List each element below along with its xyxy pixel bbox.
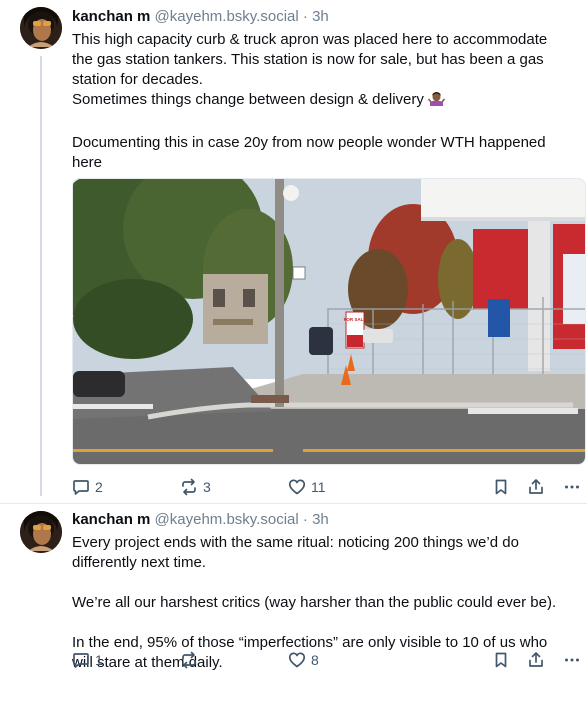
more-icon xyxy=(565,658,579,662)
reply-button[interactable]: 2 xyxy=(72,476,103,498)
post-text-line: Documenting this in case 20y from now pe… xyxy=(72,134,546,151)
bookmark-button[interactable] xyxy=(492,649,510,671)
repost-icon xyxy=(182,478,196,496)
post-item[interactable]: kanchan m @kayehm.bsky.social · 3h Every… xyxy=(0,503,587,706)
post-image[interactable]: FOR SALE xyxy=(72,178,586,465)
post-text-line: here xyxy=(72,154,103,171)
post-time[interactable]: 3h xyxy=(312,511,329,528)
author-handle[interactable]: @kayehm.bsky.social xyxy=(155,511,299,528)
bookmark-icon xyxy=(495,479,507,495)
sale-sign-text: FOR SALE xyxy=(344,317,367,322)
post-header: kanchan m @kayehm.bsky.social · 3h xyxy=(72,7,329,27)
post-item[interactable]: kanchan m @kayehm.bsky.social · 3h This … xyxy=(0,0,587,503)
woman-shrugging-emoji xyxy=(427,90,446,113)
repost-count: 3 xyxy=(203,479,211,495)
avatar[interactable] xyxy=(20,7,62,49)
reply-count: 1 xyxy=(95,652,103,668)
post-text-line xyxy=(72,613,584,633)
thread-line xyxy=(40,56,42,496)
bookmark-button[interactable] xyxy=(492,476,510,498)
separator-dot: · xyxy=(302,511,308,528)
like-icon xyxy=(288,479,306,495)
reply-icon xyxy=(73,653,89,668)
repost-icon xyxy=(182,651,196,669)
like-count: 8 xyxy=(311,652,319,668)
post-text-line: Every project ends with the same ritual:… xyxy=(72,534,519,551)
author-handle[interactable]: @kayehm.bsky.social xyxy=(155,8,299,25)
post-text-line: Sometimes things change between design &… xyxy=(72,90,584,113)
post-text-line: the gas station tankers. This station is… xyxy=(72,51,544,68)
like-button[interactable]: 11 xyxy=(288,476,326,498)
reply-icon xyxy=(73,480,89,495)
post-text-line: We’re all our harshest critics (way hars… xyxy=(72,594,557,611)
more-options-button[interactable] xyxy=(563,476,581,498)
post-text-line xyxy=(72,113,584,133)
share-icon xyxy=(529,479,543,494)
share-button[interactable] xyxy=(527,476,545,498)
author-name[interactable]: kanchan m xyxy=(72,8,150,25)
post-text-line: differently next time. xyxy=(72,554,206,571)
more-icon xyxy=(565,485,579,489)
post-text-line xyxy=(72,573,584,593)
post-text-line: station for decades. xyxy=(72,71,203,88)
repost-button[interactable] xyxy=(180,649,203,671)
like-icon xyxy=(288,652,306,668)
post-actions: 1 8 xyxy=(72,649,586,671)
post-text-line: This high capacity curb & truck apron wa… xyxy=(72,31,548,48)
post-time[interactable]: 3h xyxy=(312,8,329,25)
more-options-button[interactable] xyxy=(563,649,581,671)
bookmark-icon xyxy=(495,652,507,668)
share-icon xyxy=(529,652,543,667)
post-header: kanchan m @kayehm.bsky.social · 3h xyxy=(72,510,329,530)
author-name[interactable]: kanchan m xyxy=(72,511,150,528)
reply-count: 2 xyxy=(95,479,103,495)
reply-button[interactable]: 1 xyxy=(72,649,103,671)
post-actions: 2 3 11 xyxy=(72,476,586,498)
like-count: 11 xyxy=(311,479,326,495)
share-button[interactable] xyxy=(527,649,545,671)
post-text: This high capacity curb & truck apron wa… xyxy=(72,30,584,173)
repost-button[interactable]: 3 xyxy=(180,476,211,498)
separator-dot: · xyxy=(302,8,308,25)
like-button[interactable]: 8 xyxy=(288,649,319,671)
avatar[interactable] xyxy=(20,511,62,553)
